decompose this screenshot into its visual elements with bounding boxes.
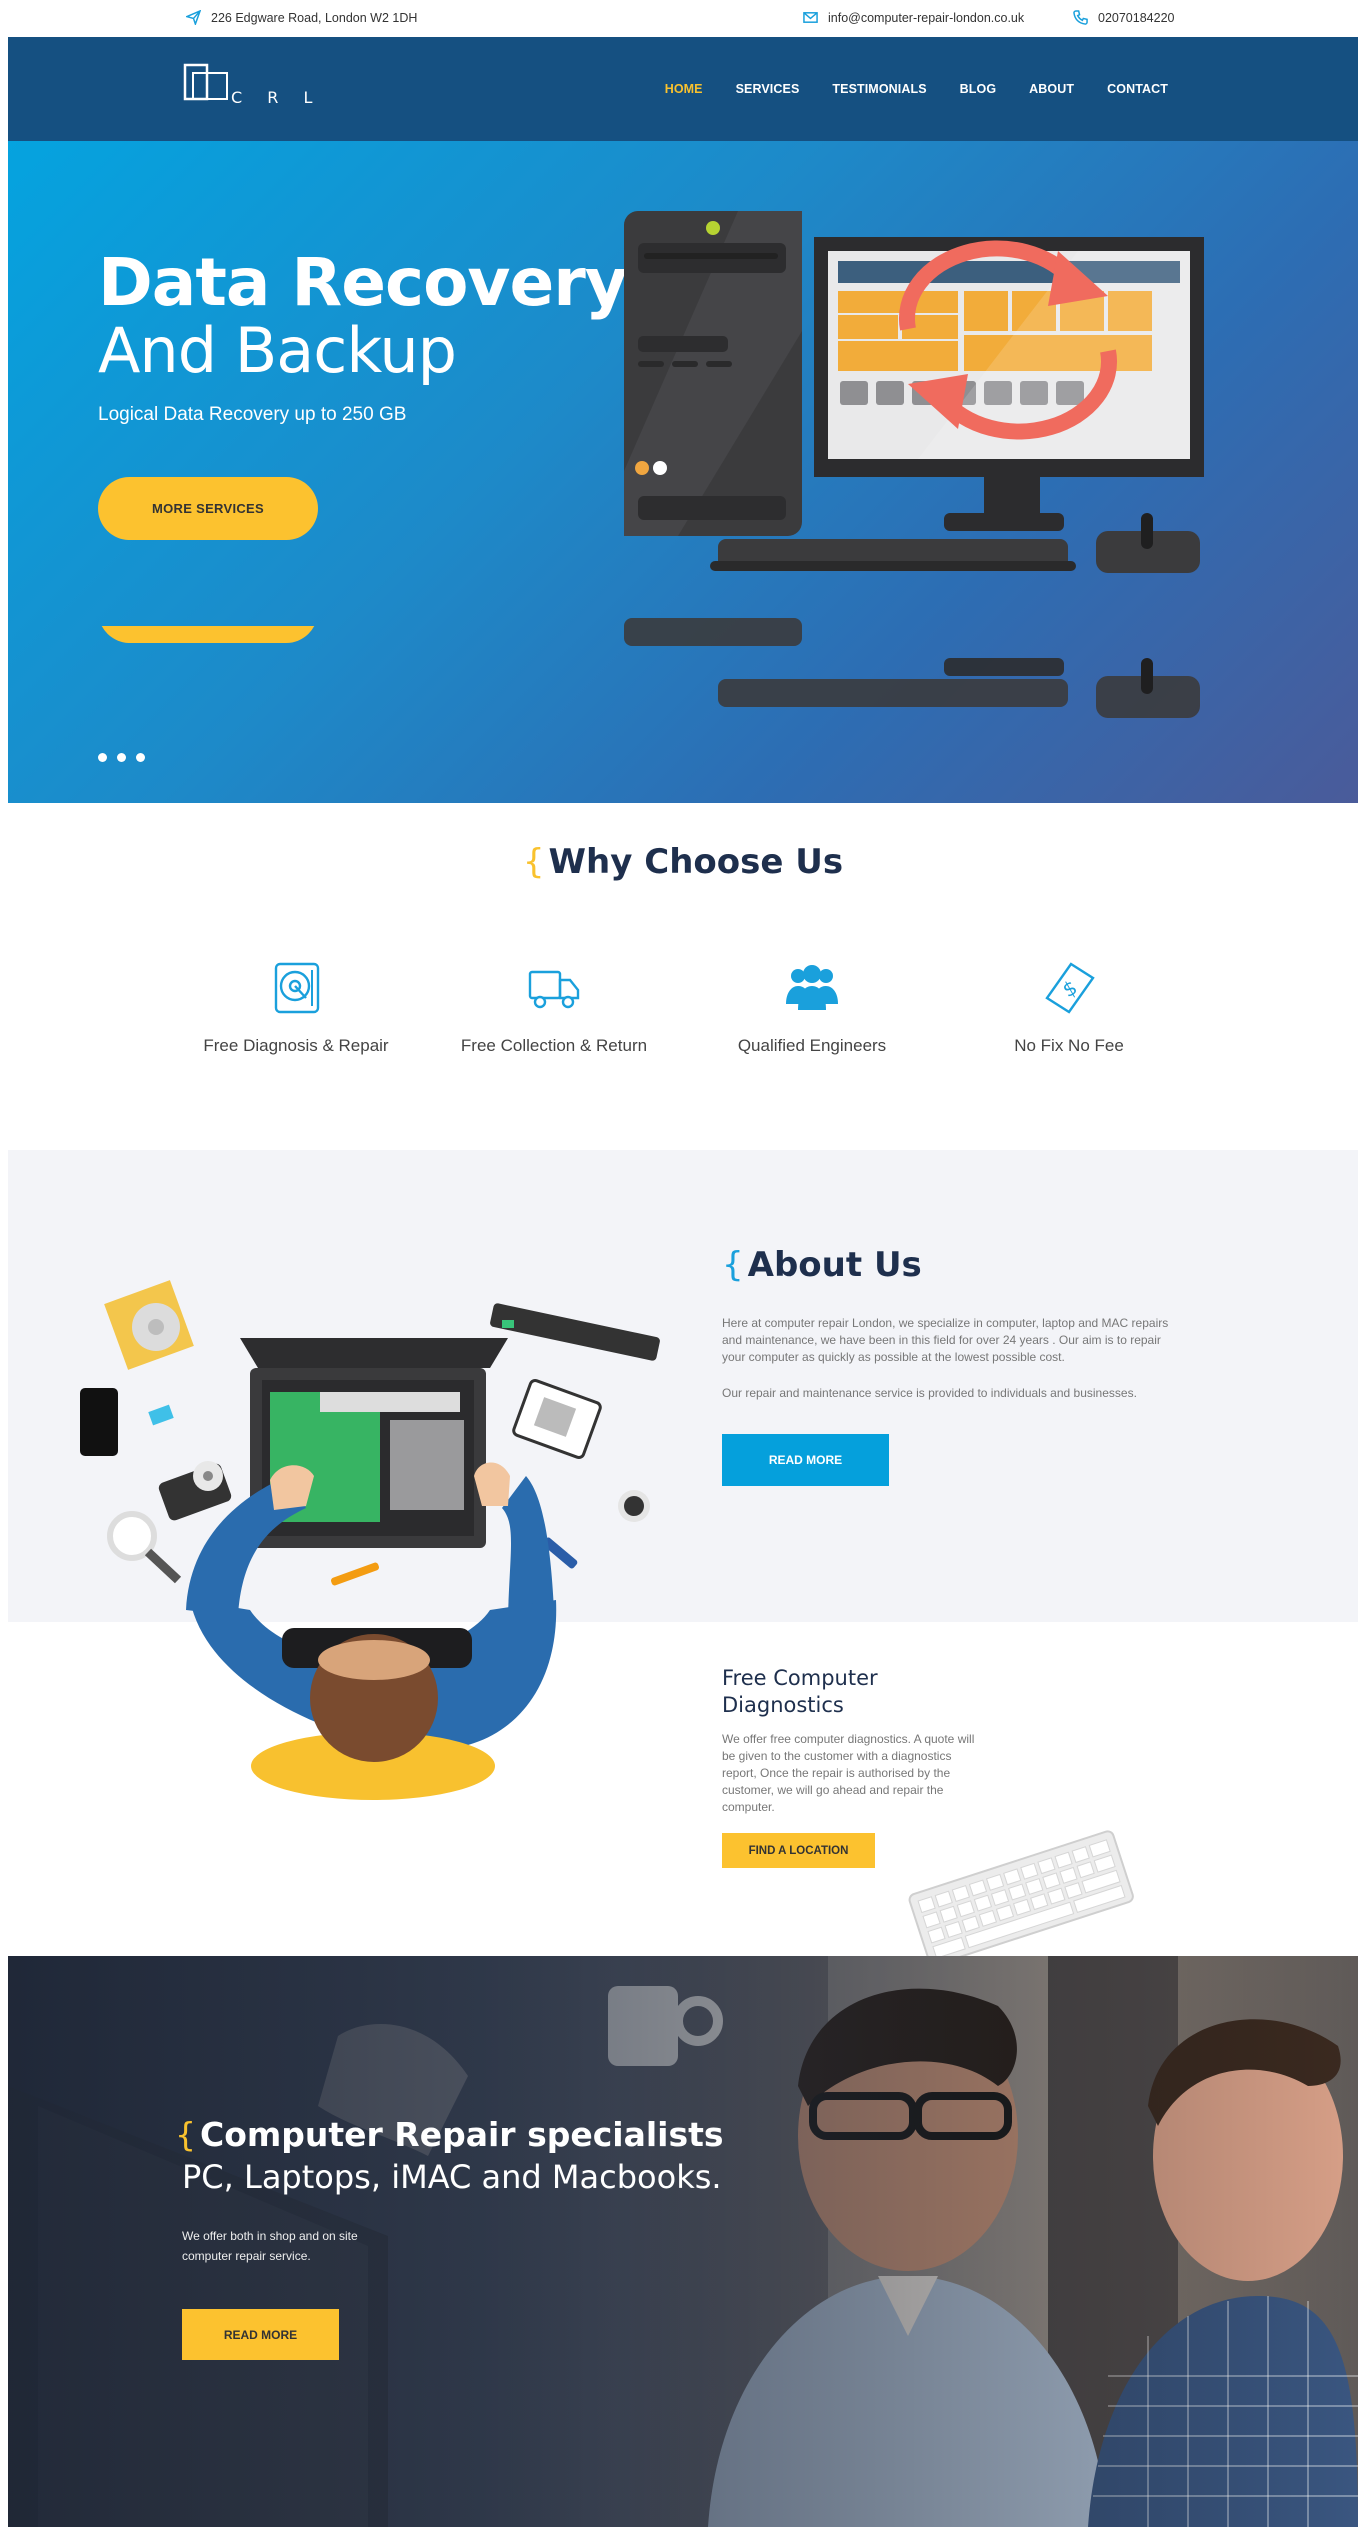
hero-title: Data Recovery — [98, 244, 628, 321]
about-read-more-button[interactable]: READ MORE — [722, 1434, 889, 1486]
feature-label: Free Diagnosis & Repair — [203, 1036, 389, 1055]
diagnostics-paragraph: We offer free computer diagnostics. A qu… — [722, 1732, 975, 1814]
hero-title-second-line: And Backup — [98, 314, 457, 387]
top-bar: 226 Edgware Road, London W2 1DH info@com… — [0, 0, 1366, 37]
why-title-text: Why Choose Us — [548, 842, 844, 882]
specialists-subheading: PC, Laptops, iMAC and Macbooks. — [182, 2158, 722, 2196]
specialists-read-more-button[interactable]: READ MORE — [182, 2309, 339, 2360]
slider-dots — [98, 753, 145, 762]
hero-button-ghost — [98, 626, 318, 643]
computer-illustration — [624, 211, 1204, 718]
phone-link[interactable]: 02070184220 — [1098, 11, 1174, 25]
slider-dot-3[interactable] — [136, 753, 145, 762]
brace-decoration: { — [722, 1245, 744, 1285]
phone-info[interactable]: 02070184220 — [1073, 10, 1174, 25]
diagnosis-icon — [274, 962, 320, 1014]
about-paragraph-1: Here at computer repair London, we speci… — [722, 1316, 1169, 1364]
feature-label: No Fix No Fee — [1014, 1036, 1124, 1055]
technician-illustration — [80, 1280, 660, 1800]
brace-decoration: { — [175, 2115, 196, 2154]
nav-contact[interactable]: CONTACT — [1107, 82, 1168, 96]
email-info[interactable]: info@computer-repair-london.co.uk — [803, 10, 1024, 25]
feature-free-collection: Free Collection & Return — [439, 960, 669, 1056]
diagnostics-heading: Free Computer Diagnostics — [722, 1666, 878, 1717]
brace-decoration: { — [522, 842, 545, 882]
feature-no-fix-no-fee: $ No Fix No Fee — [954, 960, 1184, 1056]
logo-text: C R L — [231, 88, 313, 107]
nav-testimonials[interactable]: TESTIMONIALS — [832, 82, 926, 96]
phone-icon — [1073, 10, 1088, 25]
about-us-heading: {About Us — [722, 1245, 922, 1285]
slider-dot-1[interactable] — [98, 753, 107, 762]
specialists-paragraph: We offer both in shop and on site comput… — [182, 2229, 358, 2263]
nav-blog[interactable]: BLOG — [960, 82, 997, 96]
why-choose-us-heading: {Why Choose Us — [0, 842, 1366, 882]
feature-free-diagnosis: Free Diagnosis & Repair — [181, 960, 411, 1056]
feature-label: Qualified Engineers — [737, 1036, 887, 1055]
nav-about[interactable]: ABOUT — [1029, 82, 1074, 96]
address-info: 226 Edgware Road, London W2 1DH — [186, 10, 417, 25]
engineers-group-icon — [786, 965, 838, 1010]
find-location-button[interactable]: FIND A LOCATION — [722, 1833, 875, 1868]
paper-plane-icon — [186, 10, 201, 25]
nav-services[interactable]: SERVICES — [736, 82, 800, 96]
email-link[interactable]: info@computer-repair-london.co.uk — [828, 11, 1024, 25]
nav-home[interactable]: HOME — [665, 82, 703, 96]
delivery-truck-icon — [528, 970, 580, 1009]
site-header: C R L HOME SERVICES TESTIMONIALS BLOG AB… — [8, 37, 1358, 141]
slider-dot-2[interactable] — [117, 753, 126, 762]
envelope-icon — [803, 12, 818, 23]
feature-qualified-engineers: Qualified Engineers — [697, 960, 927, 1056]
keyboard-illustration — [908, 1830, 1134, 1960]
hero-slider: Data Recovery And Backup Logical Data Re… — [8, 141, 1358, 803]
about-title-text: About Us — [747, 1245, 922, 1285]
address-text: 226 Edgware Road, London W2 1DH — [211, 10, 418, 25]
about-paragraph-2: Our repair and maintenance service is pr… — [722, 1386, 1137, 1400]
main-nav: HOME SERVICES TESTIMONIALS BLOG ABOUT CO… — [632, 37, 1168, 141]
hero-subtitle: Logical Data Recovery up to 250 GB — [98, 404, 407, 425]
more-services-button[interactable]: MORE SERVICES — [98, 477, 318, 540]
feature-label: Free Collection & Return — [460, 1036, 648, 1055]
specialists-heading: {Computer Repair specialists — [175, 2115, 724, 2154]
money-tag-icon: $ — [1045, 962, 1095, 1014]
specialists-title-text: Computer Repair specialists — [200, 2115, 724, 2154]
site-logo[interactable]: C R L — [183, 63, 313, 113]
